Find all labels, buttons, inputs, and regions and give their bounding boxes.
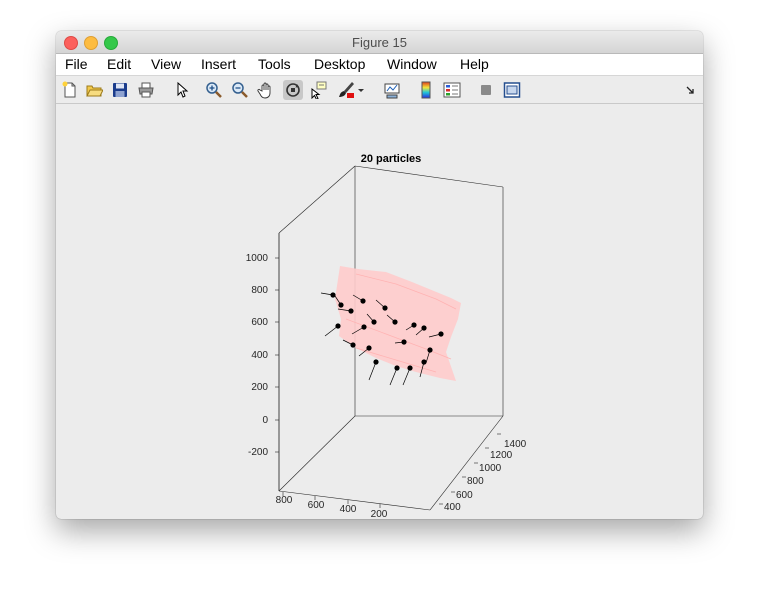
open-file-icon bbox=[86, 85, 103, 97]
link-plot-icon bbox=[384, 83, 400, 99]
data-cursor-button[interactable] bbox=[309, 80, 329, 100]
zoom-out-icon bbox=[232, 82, 248, 98]
brush-dropdown-icon bbox=[358, 89, 364, 92]
menu-file[interactable]: File bbox=[65, 56, 88, 72]
dock-figure-button[interactable] bbox=[684, 80, 698, 100]
hide-plot-tools-icon bbox=[481, 85, 491, 95]
rotate-3d-icon bbox=[286, 83, 300, 97]
save-icon bbox=[113, 83, 127, 97]
new-figure-button[interactable] bbox=[60, 80, 80, 100]
particle-surface bbox=[335, 266, 461, 381]
z-tick-label: 800 bbox=[251, 285, 268, 296]
particle bbox=[368, 359, 379, 381]
x-tick-label: 400 bbox=[340, 504, 357, 515]
zoom-in-icon bbox=[206, 82, 222, 98]
z-tick-label: 200 bbox=[251, 382, 268, 393]
particle bbox=[324, 323, 341, 337]
menu-view[interactable]: View bbox=[151, 56, 181, 72]
window-title: Figure 15 bbox=[352, 35, 407, 50]
link-plot-button[interactable] bbox=[382, 80, 402, 100]
pan-button[interactable] bbox=[256, 80, 276, 100]
pointer-icon bbox=[177, 81, 189, 98]
open-file-button[interactable] bbox=[84, 80, 104, 100]
data-cursor-icon bbox=[311, 81, 327, 99]
show-plot-tools-icon bbox=[503, 82, 521, 98]
z-tick-label: -200 bbox=[248, 447, 268, 458]
y-tick-label: 1200 bbox=[490, 450, 513, 461]
pan-hand-icon bbox=[257, 82, 271, 99]
y-tick-label: 1000 bbox=[479, 463, 502, 474]
show-plot-tools-button[interactable] bbox=[502, 80, 522, 100]
colorbar-icon bbox=[421, 81, 431, 99]
y-tick-label: 800 bbox=[467, 476, 484, 487]
zoom-out-button[interactable] bbox=[230, 80, 250, 100]
brush-icon bbox=[339, 82, 354, 98]
title-bar[interactable]: Figure 15 bbox=[56, 31, 703, 54]
x-axis bbox=[282, 492, 381, 508]
menu-edit[interactable]: Edit bbox=[107, 56, 131, 72]
particle bbox=[389, 365, 400, 386]
print-button[interactable] bbox=[136, 80, 156, 100]
brush-button[interactable] bbox=[336, 80, 356, 100]
menu-tools[interactable]: Tools bbox=[258, 56, 291, 72]
save-button[interactable] bbox=[110, 80, 130, 100]
rotate-3d-button[interactable] bbox=[283, 80, 303, 100]
y-tick-label: 1400 bbox=[504, 439, 527, 450]
axes-3d[interactable]: 1000 800 600 400 200 0 -200 800 600 400 … bbox=[56, 104, 703, 519]
z-tick-label: 600 bbox=[251, 317, 268, 328]
z-tick-label: 1000 bbox=[246, 253, 269, 264]
x-tick-label: 200 bbox=[371, 509, 388, 519]
z-tick-label: 400 bbox=[251, 350, 268, 361]
figure-toolbar bbox=[56, 76, 703, 104]
pointer-button[interactable] bbox=[172, 80, 192, 100]
print-icon bbox=[138, 82, 154, 98]
x-tick-label: 600 bbox=[308, 500, 325, 511]
figure-window: Figure 15 File Edit View Insert Tools De… bbox=[56, 31, 703, 519]
y-tick-label: 400 bbox=[444, 502, 461, 513]
zoom-in-button[interactable] bbox=[204, 80, 224, 100]
legend-button[interactable] bbox=[442, 80, 462, 100]
particle bbox=[320, 292, 336, 298]
dock-arrow-icon bbox=[686, 86, 694, 94]
brush-dropdown-button[interactable] bbox=[356, 80, 366, 100]
menu-insert[interactable]: Insert bbox=[201, 56, 236, 72]
menu-bar: File Edit View Insert Tools Desktop Wind… bbox=[56, 54, 703, 76]
menu-window[interactable]: Window bbox=[387, 56, 437, 72]
hide-plot-tools-button[interactable] bbox=[476, 80, 496, 100]
menu-desktop[interactable]: Desktop bbox=[314, 56, 365, 72]
legend-icon bbox=[443, 82, 461, 98]
menu-help[interactable]: Help bbox=[460, 56, 489, 72]
figure-canvas[interactable]: 1000 800 600 400 200 0 -200 800 600 400 … bbox=[56, 104, 703, 519]
new-figure-icon bbox=[62, 81, 76, 98]
z-axis bbox=[275, 257, 279, 453]
colorbar-button[interactable] bbox=[416, 80, 436, 100]
y-tick-label: 600 bbox=[456, 490, 473, 501]
x-tick-label: 800 bbox=[276, 495, 293, 506]
plot-title: 20 particles bbox=[361, 153, 422, 165]
z-tick-label: 0 bbox=[262, 415, 268, 426]
